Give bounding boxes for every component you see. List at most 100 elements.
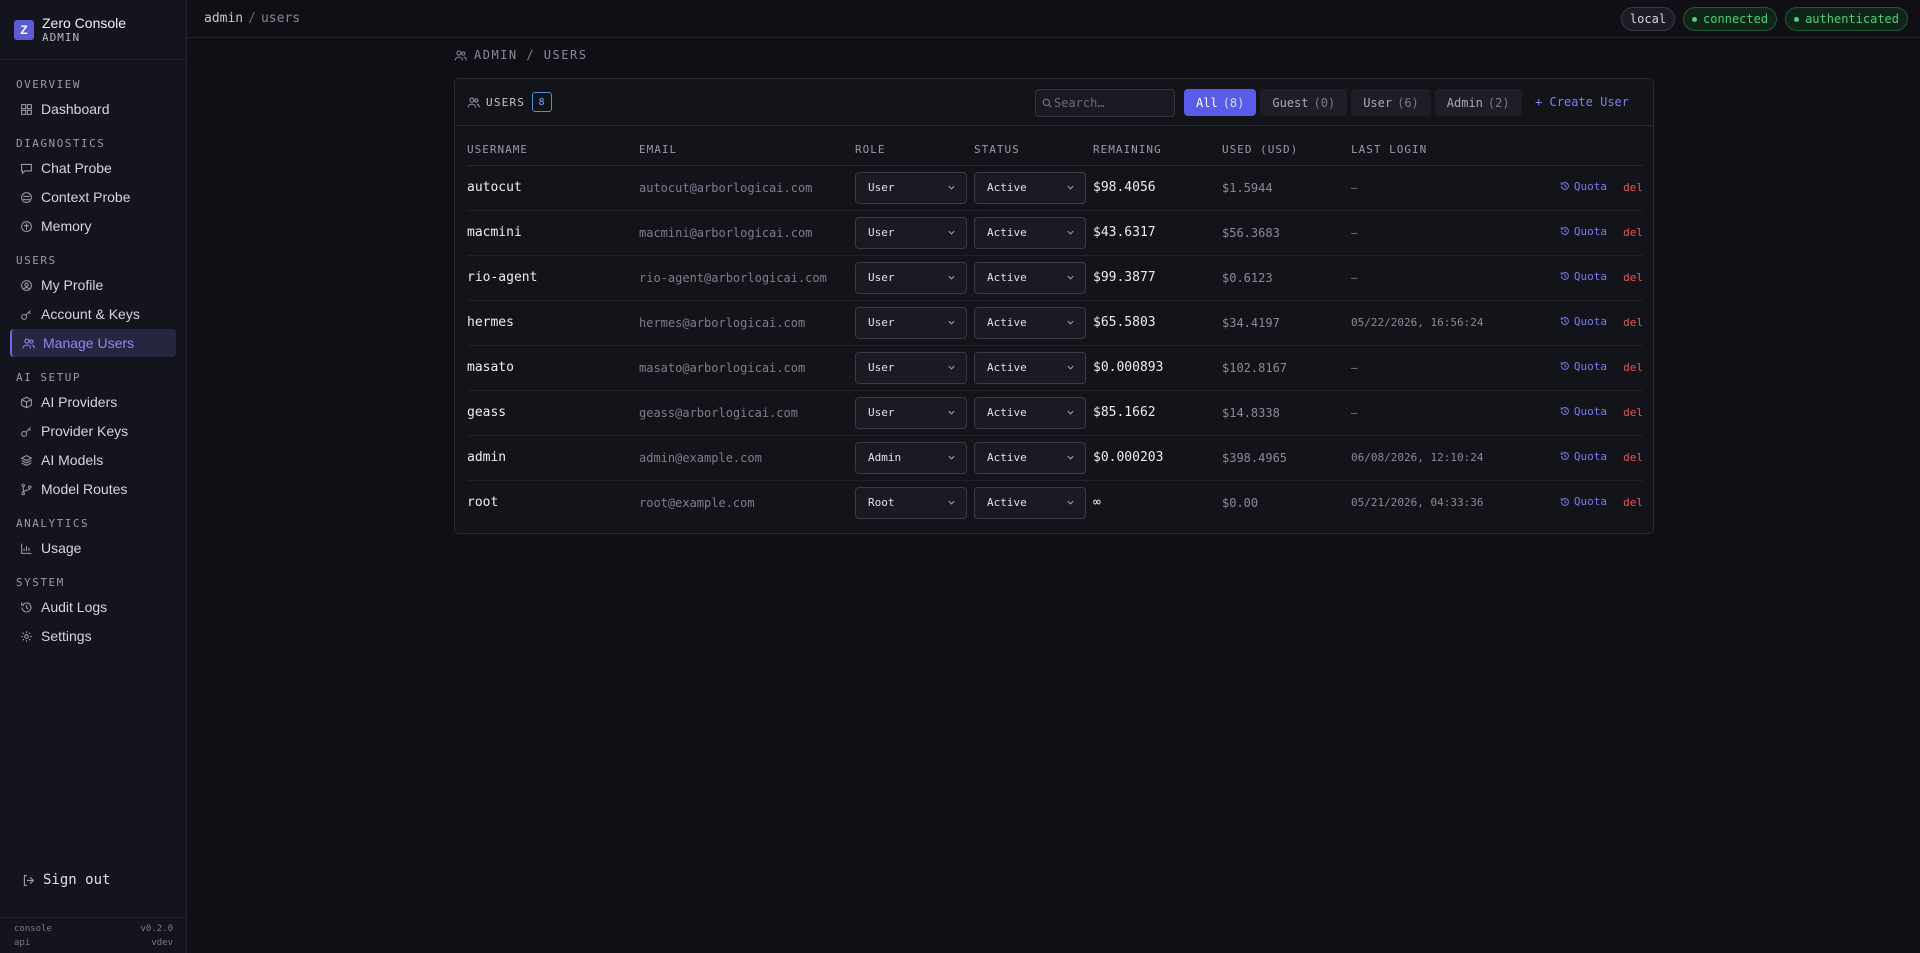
sidebar-item-dashboard[interactable]: Dashboard bbox=[10, 95, 176, 123]
breadcrumb: admin / users bbox=[204, 11, 300, 26]
role-select-value: Root bbox=[868, 496, 895, 510]
search-box[interactable] bbox=[1035, 89, 1175, 117]
delete-button[interactable]: del bbox=[1623, 181, 1643, 194]
user-circle-icon bbox=[20, 279, 33, 292]
history-icon bbox=[1560, 271, 1570, 281]
sidebar-item-settings[interactable]: Settings bbox=[10, 622, 176, 650]
history-icon bbox=[1560, 181, 1570, 191]
sidebar-item-label: Audit Logs bbox=[41, 599, 108, 615]
sidebar-item-label: AI Providers bbox=[41, 394, 118, 410]
sidebar-item-model-routes[interactable]: Model Routes bbox=[10, 475, 176, 503]
sidebar-item-chat-probe[interactable]: Chat Probe bbox=[10, 154, 176, 182]
filter-user[interactable]: User (6) bbox=[1351, 89, 1431, 116]
delete-button[interactable]: del bbox=[1623, 496, 1643, 509]
delete-button[interactable]: del bbox=[1623, 361, 1643, 374]
sidebar-item-ai-models[interactable]: AI Models bbox=[10, 446, 176, 474]
cell-delete: del bbox=[1607, 165, 1643, 211]
cell-used: $102.8167 bbox=[1222, 345, 1351, 391]
role-select[interactable]: Root bbox=[855, 486, 967, 519]
table-row: hermes hermes@arborlogicai.com User Acti… bbox=[467, 300, 1643, 346]
page-title: ADMIN / USERS bbox=[474, 48, 588, 62]
quota-button[interactable]: Quota bbox=[1560, 495, 1607, 508]
users-icon bbox=[454, 49, 467, 62]
sidebar-item-context-probe[interactable]: Context Probe bbox=[10, 183, 176, 211]
quota-button[interactable]: Quota bbox=[1560, 360, 1607, 373]
create-user-button[interactable]: + Create User bbox=[1535, 95, 1629, 109]
status-select[interactable]: Active bbox=[974, 396, 1086, 429]
status-select[interactable]: Active bbox=[974, 486, 1086, 519]
status-select[interactable]: Active bbox=[974, 306, 1086, 339]
brand-name: Zero Console bbox=[42, 14, 127, 31]
status-select[interactable]: Active bbox=[974, 441, 1086, 474]
cell-username: admin bbox=[467, 435, 639, 481]
nav-section-title: AI SETUP bbox=[16, 371, 81, 384]
chevron-down-icon bbox=[947, 228, 956, 237]
breadcrumb-root[interactable]: admin bbox=[204, 11, 243, 26]
cell-email: macmini@arborlogicai.com bbox=[639, 210, 855, 256]
cell-used: $56.3683 bbox=[1222, 210, 1351, 256]
sidebar-item-label: Context Probe bbox=[41, 189, 131, 205]
delete-button[interactable]: del bbox=[1623, 271, 1643, 284]
search-icon bbox=[1042, 98, 1052, 108]
cell-delete: del bbox=[1607, 300, 1643, 346]
role-select[interactable]: Admin bbox=[855, 441, 967, 474]
sidebar-item-account-keys[interactable]: Account & Keys bbox=[10, 300, 176, 328]
filter-all[interactable]: All (8) bbox=[1184, 89, 1257, 116]
chevron-down-icon bbox=[1066, 498, 1075, 507]
cell-email: masato@arborlogicai.com bbox=[639, 345, 855, 391]
env-badge: local bbox=[1620, 7, 1676, 31]
history-icon bbox=[1560, 497, 1570, 507]
sidebar-item-memory[interactable]: Memory bbox=[10, 212, 176, 240]
quota-button[interactable]: Quota bbox=[1560, 270, 1607, 283]
history-icon bbox=[20, 601, 33, 614]
status-select[interactable]: Active bbox=[974, 171, 1086, 204]
chevron-down-icon bbox=[947, 363, 956, 372]
cell-remaining: $43.6317 bbox=[1093, 210, 1222, 256]
cell-delete: del bbox=[1607, 480, 1643, 525]
delete-button[interactable]: del bbox=[1623, 451, 1643, 464]
search-input[interactable] bbox=[1054, 96, 1164, 110]
delete-button[interactable]: del bbox=[1623, 316, 1643, 329]
page-heading: ADMIN / USERS bbox=[454, 48, 587, 62]
role-select[interactable]: User bbox=[855, 306, 967, 339]
role-select[interactable]: User bbox=[855, 396, 967, 429]
filter-label: All bbox=[1196, 95, 1218, 110]
sign-out-button[interactable]: Sign out bbox=[10, 866, 177, 894]
delete-button[interactable]: del bbox=[1623, 406, 1643, 419]
sidebar-item-label: Manage Users bbox=[43, 335, 135, 351]
quota-button[interactable]: Quota bbox=[1560, 450, 1607, 463]
memory-icon bbox=[20, 220, 33, 233]
role-select[interactable]: User bbox=[855, 261, 967, 294]
quota-button[interactable]: Quota bbox=[1560, 180, 1607, 193]
sidebar-item-audit-logs[interactable]: Audit Logs bbox=[10, 593, 176, 621]
status-select[interactable]: Active bbox=[974, 216, 1086, 249]
role-select[interactable]: User bbox=[855, 216, 967, 249]
sign-out-label: Sign out bbox=[43, 872, 111, 888]
cell-last-login: 05/21/2026, 04:33:36 bbox=[1351, 496, 1484, 510]
breadcrumb-current: users bbox=[260, 11, 301, 26]
sidebar-item-provider-keys[interactable]: Provider Keys bbox=[10, 417, 176, 445]
quota-button[interactable]: Quota bbox=[1560, 405, 1607, 418]
filter-admin[interactable]: Admin (2) bbox=[1434, 89, 1522, 116]
cell-role: User bbox=[855, 300, 974, 346]
quota-button[interactable]: Quota bbox=[1560, 225, 1607, 238]
role-select[interactable]: User bbox=[855, 351, 967, 384]
cell-used: $14.8338 bbox=[1222, 390, 1351, 436]
role-select-value: User bbox=[868, 181, 895, 194]
role-select[interactable]: User bbox=[855, 171, 967, 204]
status-select-value: Active bbox=[987, 496, 1027, 510]
cell-email: root@example.com bbox=[639, 495, 755, 510]
quota-button[interactable]: Quota bbox=[1560, 315, 1607, 328]
filter-guest[interactable]: Guest (0) bbox=[1260, 89, 1348, 116]
sidebar-item-ai-providers[interactable]: AI Providers bbox=[10, 388, 176, 416]
delete-button[interactable]: del bbox=[1623, 226, 1643, 239]
cell-last-login: — bbox=[1351, 210, 1529, 256]
table-row: admin admin@example.com Admin Active $0.… bbox=[467, 435, 1643, 481]
status-select[interactable]: Active bbox=[974, 261, 1086, 294]
sidebar-item-usage[interactable]: Usage bbox=[10, 534, 176, 562]
chevron-down-icon bbox=[1066, 273, 1075, 282]
status-select[interactable]: Active bbox=[974, 351, 1086, 384]
sidebar-item-my-profile[interactable]: My Profile bbox=[10, 271, 176, 299]
sidebar-item-manage-users[interactable]: Manage Users bbox=[10, 329, 176, 357]
sidebar-footer: console v0.2.0 api vdev bbox=[0, 917, 187, 953]
